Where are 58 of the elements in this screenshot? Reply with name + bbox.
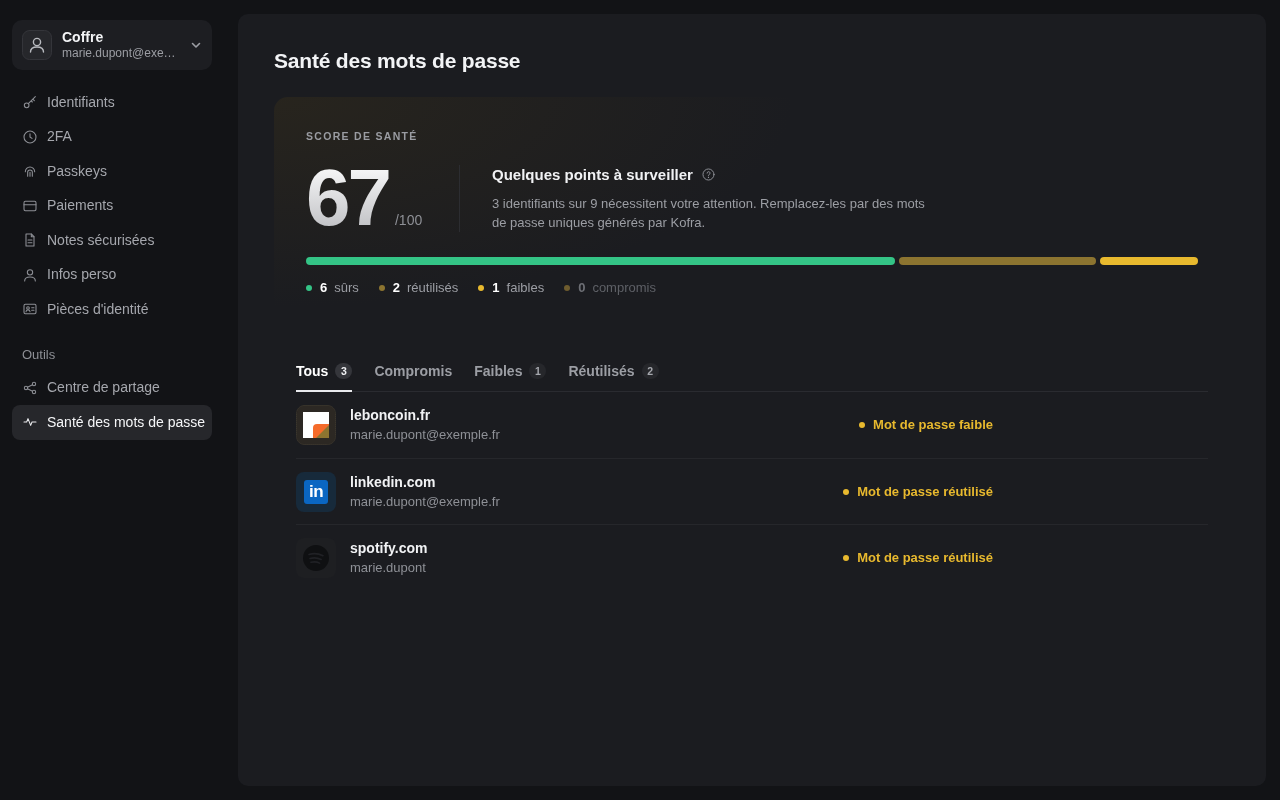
sidebar-item[interactable]: Centre de partage — [12, 370, 212, 405]
section-title: Outils — [22, 345, 56, 364]
sidebar-item[interactable]: Notes sécurisées — [12, 223, 212, 258]
sidebar-item[interactable]: Pièces d'identité — [12, 292, 212, 327]
site-name: linkedin.com — [350, 472, 437, 491]
tab-count: 1 — [529, 363, 547, 379]
credential-row[interactable]: leboncoin.fr marie.dupont@exemple.fr Mot de passe faible — [296, 392, 1208, 458]
logo-icon — [296, 405, 336, 445]
person-icon — [22, 266, 38, 283]
fingerprint-icon — [22, 163, 38, 180]
legend-count: 6 — [320, 279, 328, 297]
legend-label: compromis — [592, 279, 656, 297]
avatar-icon — [22, 30, 52, 60]
filter-tab[interactable]: Réutilisés 2 — [568, 351, 659, 392]
sidebar-item[interactable]: Paiements — [12, 188, 212, 223]
credential-row[interactable]: in linkedin.com marie.dupont@exemple.fr Mot de passe réutilisé — [296, 458, 1208, 524]
vault-account: marie.dupont@exe… — [62, 46, 176, 61]
score-max: /100 — [395, 211, 423, 230]
status-label: Mot de passe faible — [873, 416, 993, 434]
score-label: SCORE DE SANTÉ — [306, 129, 418, 143]
status-dot-icon — [843, 488, 850, 495]
key-icon — [22, 94, 38, 111]
filter-tab[interactable]: Tous 3 — [296, 351, 353, 392]
site-name: leboncoin.fr — [350, 406, 432, 424]
status-dot-icon — [843, 554, 850, 561]
sidebar-item[interactable]: Identifiants — [12, 85, 212, 120]
help-icon — [701, 168, 715, 181]
sidebar-item[interactable]: Santé des mots de passe — [12, 405, 212, 440]
site-name: spotify.com — [350, 538, 428, 557]
tab-count: 2 — [641, 363, 659, 379]
vault-name: Coffre — [62, 29, 105, 46]
status-dot-icon — [859, 422, 866, 428]
filter-tab[interactable]: Compromis — [374, 351, 453, 392]
legend-label: réutilisés — [407, 279, 459, 297]
vault-switcher[interactable]: Coffre marie.dupont@exe… — [12, 20, 212, 70]
legend-label: faibles — [506, 279, 545, 297]
tab-count: 3 — [335, 363, 353, 379]
account-name: marie.dupont@exemple.fr — [350, 492, 500, 511]
account-name: marie.dupont — [350, 558, 427, 577]
legend-count: 1 — [492, 279, 500, 297]
account-name: marie.dupont@exemple.fr — [350, 426, 500, 444]
status-label: Mot de passe réutilisé — [857, 482, 993, 501]
legend-count: 2 — [392, 279, 401, 297]
sidebar-item[interactable]: Infos perso — [12, 257, 212, 292]
credential-row[interactable]: spotify.com marie.dupont Mot de passe réutilisé — [296, 524, 1208, 590]
filter-tab[interactable]: Faibles 1 — [474, 351, 547, 392]
status-label: Mot de passe réutilisé — [857, 548, 993, 567]
sidebar-item[interactable]: Passkeys — [12, 154, 212, 189]
legend-label: sûrs — [334, 279, 359, 297]
sidebar-item[interactable]: 2FA — [12, 119, 212, 154]
logo-mark: in — [304, 479, 328, 504]
share-icon — [22, 379, 38, 396]
clock-icon — [22, 128, 38, 145]
page-title: Santé des mots de passe — [274, 48, 522, 74]
status-heading: Quelques points à surveiller — [492, 164, 693, 185]
document-icon — [22, 232, 38, 249]
legend-count: 0 — [578, 279, 586, 297]
status-description: 3 identifiants sur 9 nécessitent votre attention. Remplacez-les par des mots de passe uniques générés par Kofra. — [492, 194, 926, 232]
